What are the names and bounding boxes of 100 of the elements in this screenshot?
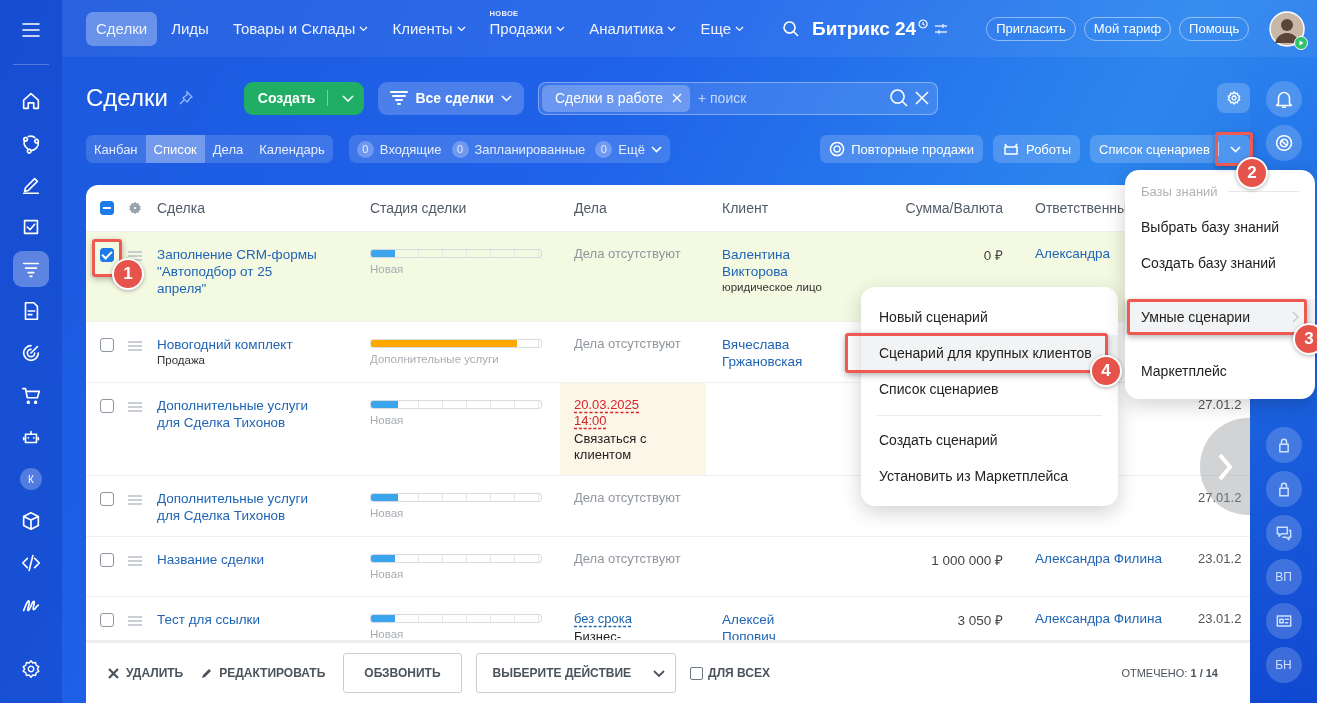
menu-item[interactable]: Установить из Маркетплейса bbox=[861, 458, 1118, 494]
clock-icon bbox=[918, 19, 929, 29]
deal-link[interactable]: Дополнительные услуги для Сделка Тихонов bbox=[157, 397, 325, 431]
edit-button[interactable]: РЕДАКТИРОВАТЬ bbox=[201, 666, 326, 680]
drag-handle-icon[interactable] bbox=[128, 495, 142, 505]
responsible-link[interactable]: Александра Филина bbox=[1035, 551, 1190, 566]
client-link[interactable]: Валентина Викторова bbox=[722, 246, 822, 280]
activity-text: Связаться с клиентом bbox=[574, 431, 648, 463]
menu-item[interactable]: Создать базу знаний bbox=[1125, 245, 1315, 281]
rail-button[interactable] bbox=[1265, 125, 1302, 161]
repeat-sales-button[interactable]: Повторные продажи bbox=[820, 135, 984, 163]
stage-name: Новая bbox=[370, 628, 405, 640]
close-icon[interactable] bbox=[671, 93, 682, 103]
rail-button[interactable] bbox=[1265, 81, 1302, 117]
deal-link[interactable]: Название сделки bbox=[157, 551, 325, 568]
deal-amount: 0 ₽ bbox=[983, 247, 1003, 264]
rail-button[interactable] bbox=[1265, 603, 1302, 639]
profile-avatar[interactable] bbox=[1269, 10, 1306, 47]
menu-icon bbox=[22, 23, 40, 37]
code-icon bbox=[20, 552, 42, 574]
delete-button[interactable]: УДАЛИТЬ bbox=[108, 666, 184, 680]
row-checkbox[interactable] bbox=[100, 613, 114, 627]
user-avatar[interactable]: ВП bbox=[1265, 559, 1302, 595]
column-header[interactable]: Клиент bbox=[706, 200, 860, 216]
menu-item[interactable]: Выбрать базу знаний bbox=[1125, 209, 1315, 245]
user-avatar[interactable]: БН bbox=[1265, 647, 1302, 683]
user-avatar[interactable]: К bbox=[20, 468, 42, 490]
action-select[interactable]: ВЫБЕРИТЕ ДЕЙСТВИЕ bbox=[475, 653, 677, 693]
robot-icon bbox=[1002, 142, 1021, 156]
ring-icon bbox=[829, 141, 846, 157]
rail-button[interactable] bbox=[1265, 471, 1302, 507]
chevron-down-icon[interactable] bbox=[1230, 145, 1241, 153]
stage-name: Новая bbox=[370, 568, 405, 580]
counter-filter[interactable]: 0 Ещё bbox=[595, 135, 662, 163]
filter-button[interactable]: Все сделки bbox=[378, 81, 524, 115]
menu-item[interactable]: Создать сценарий bbox=[861, 422, 1118, 458]
settings-icon bbox=[1225, 90, 1242, 106]
drag-handle-icon[interactable] bbox=[128, 341, 142, 351]
deal-amount: 1 000 000 ₽ bbox=[931, 552, 1003, 569]
scenario-list-button[interactable]: Список сценариев bbox=[1090, 135, 1250, 163]
no-activities-text: Дела отсутствуют bbox=[574, 336, 682, 351]
rail-button[interactable] bbox=[1265, 427, 1302, 463]
row-checkbox[interactable] bbox=[100, 399, 114, 413]
deadline-link[interactable]: 20.03.2025 14:00 bbox=[574, 397, 659, 429]
column-header[interactable]: Дела bbox=[560, 200, 706, 216]
search-icon[interactable] bbox=[782, 19, 800, 38]
row-checkbox[interactable] bbox=[100, 492, 114, 506]
counter-filter[interactable]: 0 Входящие bbox=[356, 135, 442, 163]
menu-heading: Базы знаний bbox=[1141, 184, 1218, 199]
view-tab[interactable]: Дела bbox=[204, 135, 252, 163]
count-badge: 0 bbox=[595, 140, 613, 158]
menu-item[interactable]: Маркетплейс bbox=[1125, 353, 1315, 389]
deal-link[interactable]: Дополнительные услуги для Сделка Тихонов bbox=[157, 490, 325, 524]
select-all-checkbox[interactable] bbox=[100, 201, 114, 215]
logo[interactable]: Битрикс 24 bbox=[812, 17, 917, 40]
chevron-down-icon[interactable] bbox=[342, 94, 355, 102]
column-header[interactable]: Стадия сделки bbox=[365, 200, 560, 216]
view-tab[interactable]: Календарь bbox=[251, 135, 333, 163]
drag-handle-icon[interactable] bbox=[128, 616, 142, 626]
sidebar-item[interactable] bbox=[13, 251, 49, 287]
date-text: 23.01.2 bbox=[1198, 551, 1243, 566]
for-all-checkbox[interactable]: ДЛЯ ВСЕХ bbox=[690, 666, 770, 680]
settings-button[interactable] bbox=[1217, 83, 1250, 113]
nav-tab[interactable]: Аналитика bbox=[579, 11, 687, 46]
responsible-link[interactable]: Александра Филина bbox=[1035, 611, 1190, 626]
robots-button[interactable]: Роботы bbox=[993, 135, 1081, 163]
counter-label: Входящие bbox=[379, 141, 442, 157]
cube-icon bbox=[20, 510, 42, 532]
nav-tab[interactable]: Товары и Склады bbox=[222, 11, 379, 46]
close-icon bbox=[108, 667, 119, 679]
drag-handle-icon[interactable] bbox=[128, 556, 142, 566]
deal-link[interactable]: Новогодний комплект bbox=[157, 336, 325, 353]
deadline-link[interactable]: без срока bbox=[574, 611, 659, 627]
drag-handle-icon[interactable] bbox=[128, 402, 142, 412]
menu-item[interactable]: Новый сценарий bbox=[861, 299, 1118, 335]
search-icon[interactable] bbox=[888, 88, 909, 108]
rail-button[interactable] bbox=[1265, 515, 1302, 551]
pin-icon[interactable] bbox=[177, 90, 194, 106]
row-checkbox[interactable] bbox=[100, 553, 114, 567]
count-badge: 0 bbox=[451, 140, 469, 158]
nav-tab[interactable]: Лиды bbox=[161, 11, 219, 46]
deal-link[interactable]: Заполнение CRM-формы "Автоподбор от 25 апреля" bbox=[157, 246, 325, 297]
deal-link[interactable]: Тест для ссылки bbox=[157, 611, 325, 628]
client-link[interactable]: Вячеслава Гржановская bbox=[722, 336, 822, 370]
step-badge: 3 bbox=[1293, 323, 1317, 355]
column-header[interactable]: Сумма/Валюта bbox=[860, 200, 1016, 216]
close-icon[interactable] bbox=[914, 91, 929, 105]
nav-tab[interactable]: Клиенты bbox=[382, 11, 476, 46]
column-header[interactable]: Сделка bbox=[150, 200, 365, 216]
pencil-icon bbox=[201, 667, 213, 679]
page-title: Сделки bbox=[86, 84, 168, 112]
drag-handle-icon[interactable] bbox=[128, 251, 142, 261]
nav-tab[interactable]: Еще bbox=[690, 11, 754, 46]
counter-filter[interactable]: 0 Запланированные bbox=[451, 135, 586, 163]
call-button[interactable]: ОБЗВОНИТЬ bbox=[343, 653, 462, 693]
settings-icon[interactable] bbox=[128, 201, 142, 215]
view-tab[interactable]: Канбан bbox=[86, 135, 146, 163]
row-checkbox[interactable] bbox=[100, 248, 114, 262]
row-checkbox[interactable] bbox=[100, 338, 114, 352]
sliders-icon[interactable] bbox=[934, 22, 949, 35]
